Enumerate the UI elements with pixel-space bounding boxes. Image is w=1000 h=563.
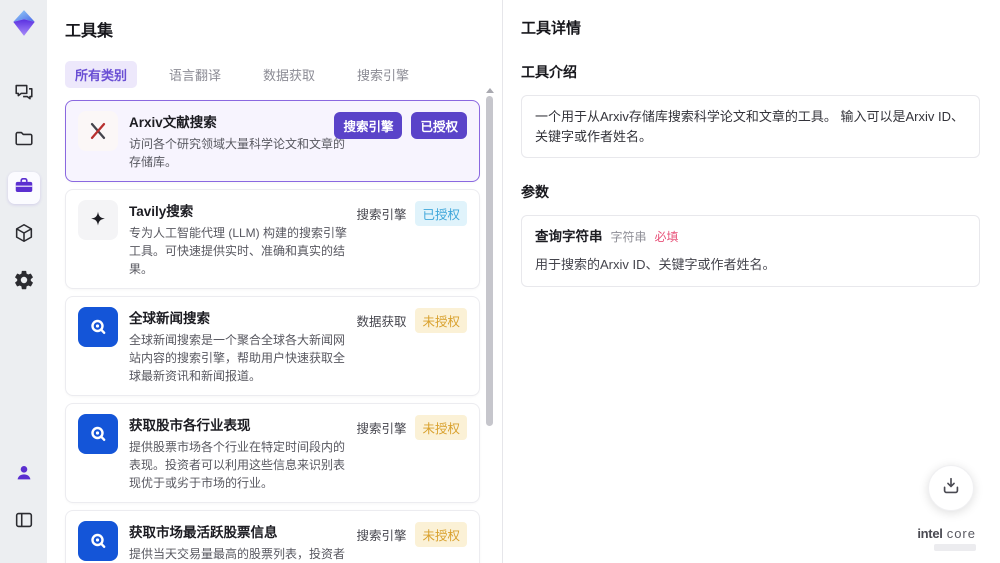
arxiv-icon (78, 111, 118, 151)
quark-icon (78, 521, 118, 561)
tool-name: Arxiv文献搜索 (129, 115, 217, 130)
tool-category-tag: 搜索引擎 (334, 112, 403, 139)
tool-description: 提供当天交易量最高的股票列表，投资者可以利用这些信息来识别流动性强的股票和潜在的… (129, 547, 346, 561)
sparkle-icon (78, 200, 118, 240)
tool-detail-panel: 工具详情 工具介绍 一个用于从Arxiv存储库搜索科学论文和文章的工具。 输入可… (503, 0, 1000, 563)
param-description: 用于搜索的Arxiv ID、关键字或作者姓名。 (535, 257, 776, 273)
tool-status-badge: 未授权 (415, 522, 467, 547)
sidebar-item-layout-toggle[interactable] (8, 506, 40, 538)
sidebar-item-gear[interactable] (8, 266, 40, 298)
brand-subtag (934, 544, 976, 551)
tool-description: 全球新闻搜索是一个聚合全球各大新闻网站内容的搜索引擎，帮助用户快速获取全球最新资… (129, 333, 346, 383)
tool-status-badge: 已授权 (415, 201, 467, 226)
sidebar-item-folder[interactable] (8, 125, 40, 157)
tool-tags: 搜索引擎 已授权 (334, 112, 467, 139)
tool-category-tag: 数据获取 (356, 315, 407, 329)
tool-tags: 数据获取 未授权 (356, 308, 467, 333)
param-type: 字符串 (610, 230, 647, 244)
tool-card[interactable]: Arxiv文献搜索 访问各个研究领域大量科学论文和文章的存储库。 搜索引擎 已授… (65, 100, 480, 182)
user-icon (13, 462, 35, 489)
tool-card[interactable]: 获取市场最活跃股票信息 提供当天交易量最高的股票列表，投资者可以利用这些信息来识… (65, 510, 480, 563)
tool-category-tag: 搜索引擎 (356, 529, 407, 543)
tab-0[interactable]: 所有类别 (65, 61, 138, 88)
layout-toggle-icon (13, 509, 35, 536)
tool-category-tag: 搜索引擎 (356, 208, 407, 222)
tool-category-tag: 搜索引擎 (356, 422, 407, 436)
tool-tags: 搜索引擎 已授权 (356, 201, 467, 226)
tool-name: 获取市场最活跃股票信息 (129, 525, 278, 540)
sidebar-item-cube[interactable] (8, 219, 40, 251)
app-window: 工具集 所有类别 语言翻译 数据获取 搜索引擎 Arxiv文献搜索 访问各个研究领域大… (0, 0, 1000, 563)
download-button[interactable] (928, 465, 974, 511)
icon-rail (0, 0, 47, 563)
intel-core-logo: intel core (917, 526, 976, 551)
category-tabs: 所有类别 语言翻译 数据获取 搜索引擎 (65, 61, 502, 88)
tab-3[interactable]: 搜索引擎 (347, 61, 419, 88)
tool-card[interactable]: Tavily搜索 专为人工智能代理 (LLM) 构建的搜索引擎工具。可快速提供实… (65, 189, 480, 289)
tool-name: 获取股市各行业表现 (129, 418, 251, 433)
tool-name: Tavily搜索 (129, 204, 194, 219)
tool-description: 提供股票市场各个行业在特定时间段内的表现。投资者可以利用这些信息来识别表现优于或… (129, 440, 346, 490)
folder-icon (13, 128, 35, 155)
tool-description: 专为人工智能代理 (LLM) 构建的搜索引擎工具。可快速提供实时、准确和真实的结… (129, 226, 348, 276)
tool-list: Arxiv文献搜索 访问各个研究领域大量科学论文和文章的存储库。 搜索引擎 已授… (65, 100, 480, 563)
sidebar-item-chat[interactable] (8, 78, 40, 110)
intro-box: 一个用于从Arxiv存储库搜索科学论文和文章的工具。 输入可以是Arxiv ID… (521, 95, 980, 158)
download-icon (940, 475, 962, 502)
sidebar-item-user[interactable] (8, 459, 40, 491)
detail-title: 工具详情 (521, 20, 582, 37)
tool-tags: 搜索引擎 未授权 (356, 415, 467, 440)
quark-icon (78, 307, 118, 347)
brand-intel-text: intel (917, 526, 943, 541)
app-logo-icon (9, 8, 39, 38)
gear-icon (13, 269, 35, 296)
intro-heading: 工具介绍 (521, 64, 577, 80)
list-scrollbar[interactable] (486, 88, 494, 555)
tool-list-panel: 工具集 所有类别 语言翻译 数据获取 搜索引擎 Arxiv文献搜索 访问各个研究领域大… (47, 0, 503, 563)
param-name: 查询字符串 (535, 229, 603, 244)
tab-2[interactable]: 数据获取 (253, 61, 325, 88)
scrollbar-up-arrow[interactable] (486, 88, 494, 93)
scrollbar-thumb[interactable] (486, 96, 493, 426)
tool-name: 全球新闻搜索 (129, 311, 210, 326)
tool-description: 访问各个研究领域大量科学论文和文章的存储库。 (129, 137, 346, 169)
tool-card[interactable]: 获取股市各行业表现 提供股票市场各个行业在特定时间段内的表现。投资者可以利用这些… (65, 403, 480, 503)
tool-tags: 搜索引擎 未授权 (356, 522, 467, 547)
tool-status-badge: 已授权 (411, 112, 467, 139)
tool-status-badge: 未授权 (415, 415, 467, 440)
chat-icon (13, 81, 35, 108)
tool-status-badge: 未授权 (415, 308, 467, 333)
tool-card[interactable]: 全球新闻搜索 全球新闻搜索是一个聚合全球各大新闻网站内容的搜索引擎，帮助用户快速… (65, 296, 480, 396)
quark-icon (78, 414, 118, 454)
rail-nav (7, 78, 40, 313)
brand-core-text: core (946, 526, 976, 541)
briefcase-icon (13, 175, 35, 202)
sidebar-item-briefcase[interactable] (7, 172, 40, 204)
param-required-badge: 必填 (654, 230, 679, 244)
page-title: 工具集 (65, 23, 114, 40)
rail-bottom-nav (8, 459, 40, 563)
param-box: 查询字符串 字符串 必填 用于搜索的Arxiv ID、关键字或作者姓名。 (521, 215, 980, 287)
cube-icon (13, 222, 35, 249)
params-heading: 参数 (521, 184, 549, 200)
tab-1[interactable]: 语言翻译 (159, 61, 231, 88)
